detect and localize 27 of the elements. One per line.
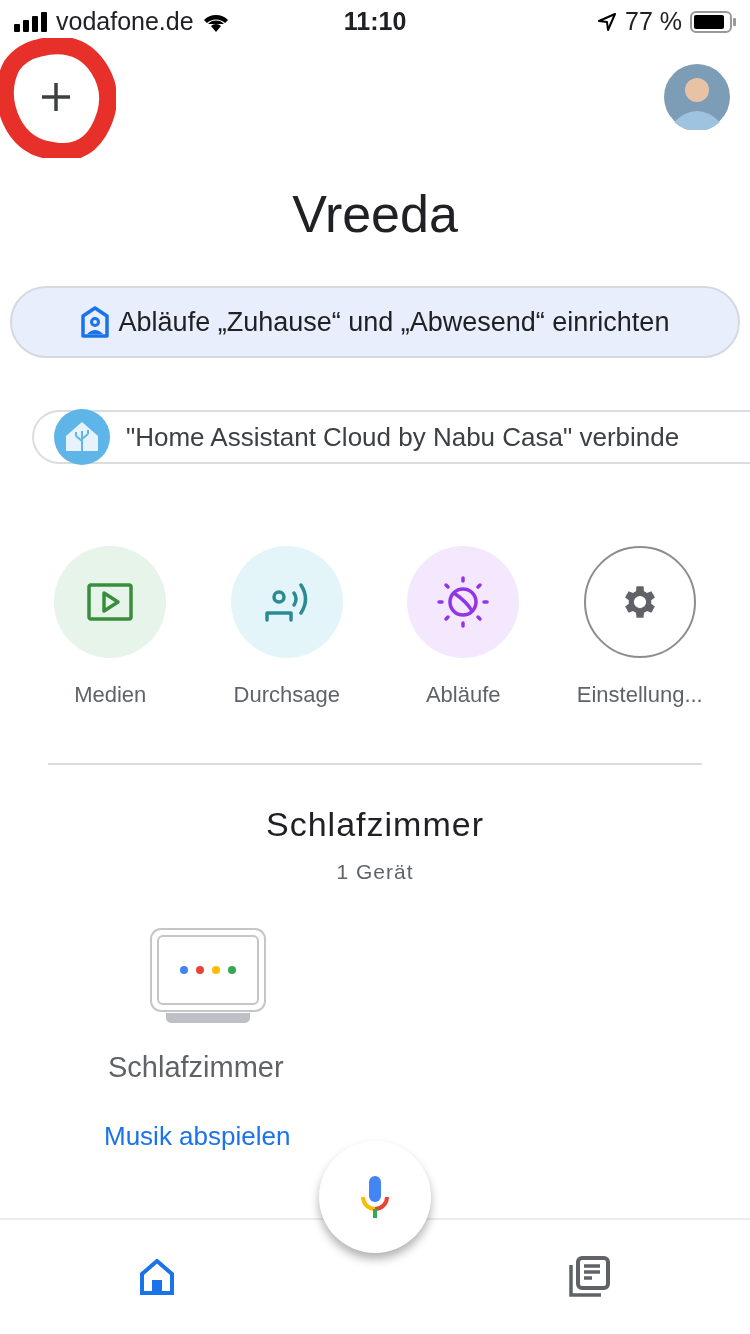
settings-action[interactable]: Einstellung...	[551, 546, 728, 711]
room-title: Schlafzimmer	[265, 804, 485, 845]
routine-setup-chip[interactable]: Abläufe „Zuhause“ und „Abwesend“ einrichten	[10, 286, 740, 358]
media-action[interactable]: Medien	[22, 546, 199, 711]
play-music-link[interactable]: Musik abspielen	[104, 1117, 291, 1156]
microphone-icon	[360, 1175, 390, 1219]
broadcast-action[interactable]: Durchsage	[198, 546, 375, 711]
home-icon[interactable]	[140, 1259, 174, 1295]
avatar[interactable]	[664, 64, 730, 130]
play-screen-icon	[87, 583, 134, 621]
device-name: Schlafzimmer	[108, 1049, 284, 1085]
connect-service-chip[interactable]: "Home Assistant Cloud by Nabu Casa" verbinde	[32, 410, 750, 464]
plus-icon	[40, 81, 72, 113]
battery-icon	[690, 11, 736, 33]
routines-action[interactable]: Abläufe	[375, 546, 552, 711]
battery-percent: 77 %	[625, 6, 682, 38]
home-assistant-logo	[54, 409, 110, 465]
device-count: 1 Gerät	[335, 859, 415, 885]
carrier-name: vodafone.de	[56, 6, 194, 38]
microphone-button[interactable]	[319, 1141, 431, 1253]
signal-icon	[14, 12, 48, 32]
home-title: Vreeda	[291, 184, 459, 244]
feed-icon[interactable]	[568, 1256, 610, 1298]
home-person-icon	[80, 306, 109, 338]
person-speaking-icon	[263, 581, 310, 623]
clock-time: 11:10	[342, 6, 408, 38]
location-arrow-icon	[597, 12, 617, 32]
